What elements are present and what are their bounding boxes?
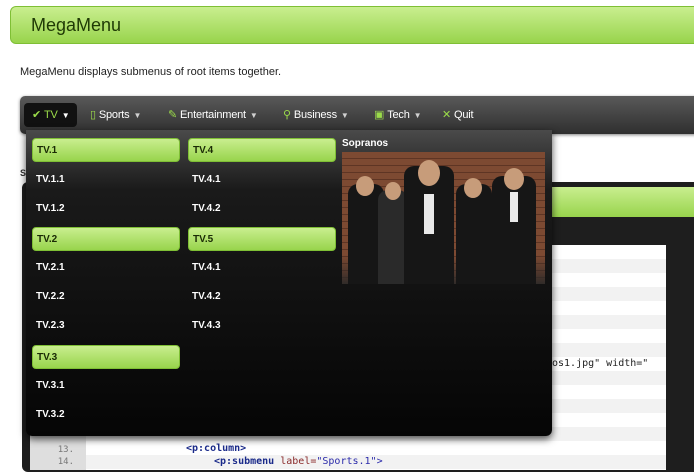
figure-shirt bbox=[424, 194, 434, 234]
figure-head bbox=[418, 160, 440, 186]
page-title-bar: MegaMenu bbox=[10, 6, 694, 44]
close-icon: ✕ bbox=[442, 109, 452, 121]
menu-item-label: TV bbox=[44, 109, 58, 121]
menu-item-entertainment[interactable]: ✎ Entertainment ▼ bbox=[160, 103, 266, 127]
menu-item-label: Entertainment bbox=[180, 109, 246, 121]
chevron-down-icon: ▼ bbox=[249, 111, 258, 120]
code-line: os1.jpg" width=" bbox=[552, 358, 649, 369]
code-token: "Sports.1"> bbox=[316, 456, 383, 467]
menubar: ✔ TV ▼ ▯ Sports ▼ ✎ Entertainment ▼ ⚲ Business ▼… bbox=[20, 96, 694, 134]
chevron-down-icon: ▼ bbox=[61, 111, 70, 120]
background-panel-header bbox=[540, 187, 694, 217]
code-line: <p:column> bbox=[186, 443, 247, 454]
submenu-header[interactable]: TV.5 bbox=[188, 227, 336, 251]
figure-shirt bbox=[510, 192, 518, 222]
monitor-icon: ▣ bbox=[374, 109, 385, 121]
submenu-item[interactable]: TV.4.2 bbox=[188, 197, 336, 221]
figure-head bbox=[385, 182, 401, 200]
chevron-down-icon: ▼ bbox=[340, 111, 349, 120]
menu-item-tech[interactable]: ▣ Tech ▼ bbox=[366, 103, 429, 127]
menu-item-label: Business bbox=[293, 109, 337, 121]
submenu-item[interactable]: TV.2.1 bbox=[32, 256, 180, 280]
submenu-item[interactable]: TV.4.1 bbox=[188, 168, 336, 192]
submenu-item[interactable]: TV.3.2 bbox=[32, 403, 180, 427]
submenu-item[interactable]: TV.1.2 bbox=[32, 197, 180, 221]
submenu-header[interactable]: TV.3 bbox=[32, 345, 180, 369]
chevron-down-icon: ▼ bbox=[133, 111, 142, 120]
code-token: label= bbox=[280, 456, 317, 467]
figure-head bbox=[356, 176, 374, 196]
submenu-item[interactable]: TV.2.2 bbox=[32, 285, 180, 309]
submenu-item[interactable]: TV.2.3 bbox=[32, 314, 180, 338]
submenu-header[interactable]: TV.2 bbox=[32, 227, 180, 251]
submenu-header[interactable]: TV.4 bbox=[188, 138, 336, 162]
figure bbox=[456, 184, 492, 284]
menu-item-label: Quit bbox=[454, 109, 474, 121]
pencil-icon: ✎ bbox=[168, 109, 178, 121]
check-icon: ✔ bbox=[32, 109, 42, 121]
menu-item-label: Tech bbox=[387, 109, 410, 121]
figure-head bbox=[504, 168, 524, 190]
submenu-item[interactable]: TV.4.3 bbox=[188, 314, 336, 338]
menu-item-sports[interactable]: ▯ Sports ▼ bbox=[82, 103, 149, 127]
page-title: MegaMenu bbox=[31, 15, 122, 35]
promo-title: Sopranos bbox=[342, 138, 389, 149]
code-line: <p:submenu label="Sports.1"> bbox=[214, 456, 383, 467]
menu-item-label: Sports bbox=[98, 109, 130, 121]
menu-item-business[interactable]: ⚲ Business ▼ bbox=[275, 103, 357, 127]
megamenu-panel: TV.1 TV.1.1 TV.1.2 TV.2 TV.2.1 TV.2.2 TV… bbox=[26, 130, 552, 436]
submenu-item[interactable]: TV.1.1 bbox=[32, 168, 180, 192]
menu-item-quit[interactable]: ✕ Quit bbox=[434, 103, 481, 127]
submenu-header[interactable]: TV.1 bbox=[32, 138, 180, 162]
chevron-down-icon: ▼ bbox=[413, 111, 422, 120]
submenu-item[interactable]: TV.4.1 bbox=[188, 256, 336, 280]
figure-head bbox=[464, 178, 482, 198]
search-icon: ⚲ bbox=[283, 109, 291, 121]
code-token: <p:submenu bbox=[214, 456, 281, 467]
promo-image[interactable] bbox=[342, 152, 545, 284]
document-icon: ▯ bbox=[90, 109, 96, 121]
line-number: 13. bbox=[57, 445, 74, 455]
page-description: MegaMenu displays submenus of root items… bbox=[20, 66, 282, 78]
submenu-item[interactable]: TV.4.2 bbox=[188, 285, 336, 309]
submenu-item[interactable]: TV.3.1 bbox=[32, 374, 180, 398]
menu-item-tv[interactable]: ✔ TV ▼ bbox=[24, 103, 78, 127]
